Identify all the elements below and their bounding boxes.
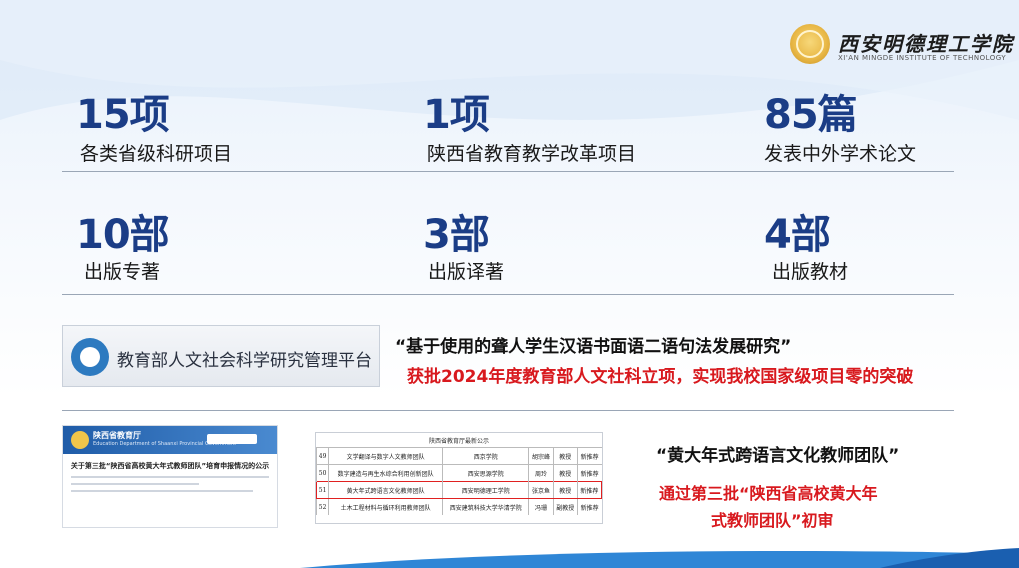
moe-platform-icon (71, 338, 109, 376)
stat-number: 3部 (423, 212, 490, 258)
doc-text-line (71, 483, 200, 485)
stat-number: 1项 (423, 92, 490, 138)
stat-number: 85篇 (764, 92, 858, 138)
team-title: “黄大年式跨语言文化教师团队” (656, 446, 900, 466)
divider (62, 294, 954, 295)
table-cell: 50 (315, 464, 329, 482)
table-cell: 西安思源学院 (442, 464, 529, 482)
table-cell: 新推荐 (576, 447, 602, 465)
divider (62, 171, 954, 172)
table-cell: 黄大年式跨语言文化教师团队 (328, 481, 443, 499)
table-cell: 土木工程材料与循环利用教师团队 (328, 498, 443, 515)
table-cell: 冯珊 (528, 498, 554, 515)
table-row: 52 土木工程材料与循环利用教师团队 西安建筑科技大学华清学院 冯珊 副教授 新推荐 (315, 498, 602, 515)
table-row: 51 黄大年式跨语言文化教师团队 西安明德理工学院 张京鱼 教授 新推荐 (315, 481, 603, 499)
divider (62, 410, 954, 411)
project-result: 获批2024年度教育部人文社科立项，实现我校国家级项目零的突破 (407, 367, 914, 387)
table-cell: 周玲 (528, 464, 554, 482)
table-cell: 新推荐 (576, 464, 602, 482)
table-row: 49 文学翻译与数字人文教师团队 西京学院 胡宗峰 教授 新推荐 (315, 447, 602, 465)
table-cell: 数字建造与再生水综合利用创新团队 (328, 464, 443, 482)
team-table: 49 文学翻译与数字人文教师团队 西京学院 胡宗峰 教授 新推荐 50 数字建造与再生水综合利… (315, 447, 603, 515)
stat-label: 出版教材 (772, 261, 849, 283)
table-cell: 文学翻译与数字人文教师团队 (328, 447, 443, 465)
table-cell: 新推荐 (576, 481, 603, 499)
table-cell: 胡宗峰 (528, 447, 554, 465)
stat-number: 4部 (764, 212, 831, 258)
stat-label: 出版译著 (428, 261, 505, 283)
stat-number: 15项 (76, 92, 170, 138)
table-cell: 西安建筑科技大学华清学院 (442, 498, 529, 515)
team-result-line1: 通过第三批“陕西省高校黄大年 (659, 484, 878, 503)
moe-platform-banner: 教育部人文社会科学研究管理平台 (62, 325, 380, 387)
emblem-icon (71, 431, 89, 449)
table-cell: 教授 (552, 447, 578, 465)
table-cell: 西京学院 (442, 447, 529, 465)
table-cell: 新推荐 (576, 498, 602, 515)
school-name-en: XI'AN MINGDE INSTITUTE OF TECHNOLOGY (838, 54, 1007, 62)
table-row: 50 数字建造与再生水综合利用创新团队 西安思源学院 周玲 教授 新推荐 (315, 464, 602, 482)
platform-name: 教育部人文社会科学研究管理平台 (117, 351, 372, 371)
table-cell: 教授 (552, 464, 578, 482)
table-caption: 陕西省教育厅最新公示 (428, 438, 489, 445)
announcement-screenshot: 陕西省教育厅 Education Department of Shaanxi P… (62, 425, 278, 528)
project-title: “基于使用的聋人学生汉语书面语二语句法发展研究” (395, 337, 792, 357)
doc-divider (71, 476, 269, 478)
school-logo: 西安明德理工学院 XI'AN MINGDE INSTITUTE OF TECHN… (790, 22, 1012, 70)
doc-site-title: 陕西省教育厅 (93, 431, 141, 440)
doc-search-box (207, 434, 257, 444)
school-emblem-icon (790, 24, 830, 64)
doc-headline: 关于第三批“陕西省高校黄大年式教师团队”培育申报情况的公示 (70, 462, 270, 470)
table-cell: 西安明德理工学院 (442, 481, 529, 499)
table-cell: 教授 (552, 481, 578, 499)
table-cell: 52 (315, 498, 329, 515)
team-result-line2: 式教师团队”初审 (711, 511, 834, 530)
table-cell: 51 (315, 481, 329, 499)
stat-label: 发表中外学术论文 (764, 143, 917, 165)
stat-label: 陕西省教育教学改革项目 (427, 143, 637, 165)
doc-text-line (71, 490, 253, 492)
table-cell: 49 (315, 447, 329, 465)
announcement-table: 陕西省教育厅最新公示 49 文学翻译与数字人文教师团队 西京学院 胡宗峰 教授 新推荐 50… (315, 432, 603, 524)
footer-wave (300, 548, 1019, 568)
stat-label: 出版专著 (84, 261, 161, 283)
stat-number: 10部 (76, 212, 170, 258)
table-cell: 张京鱼 (528, 481, 554, 499)
table-cell: 副教授 (552, 498, 578, 515)
doc-header-bar: 陕西省教育厅 Education Department of Shaanxi P… (63, 426, 277, 454)
school-name-cn: 西安明德理工学院 (838, 32, 1014, 56)
stat-label: 各类省级科研项目 (80, 143, 233, 165)
